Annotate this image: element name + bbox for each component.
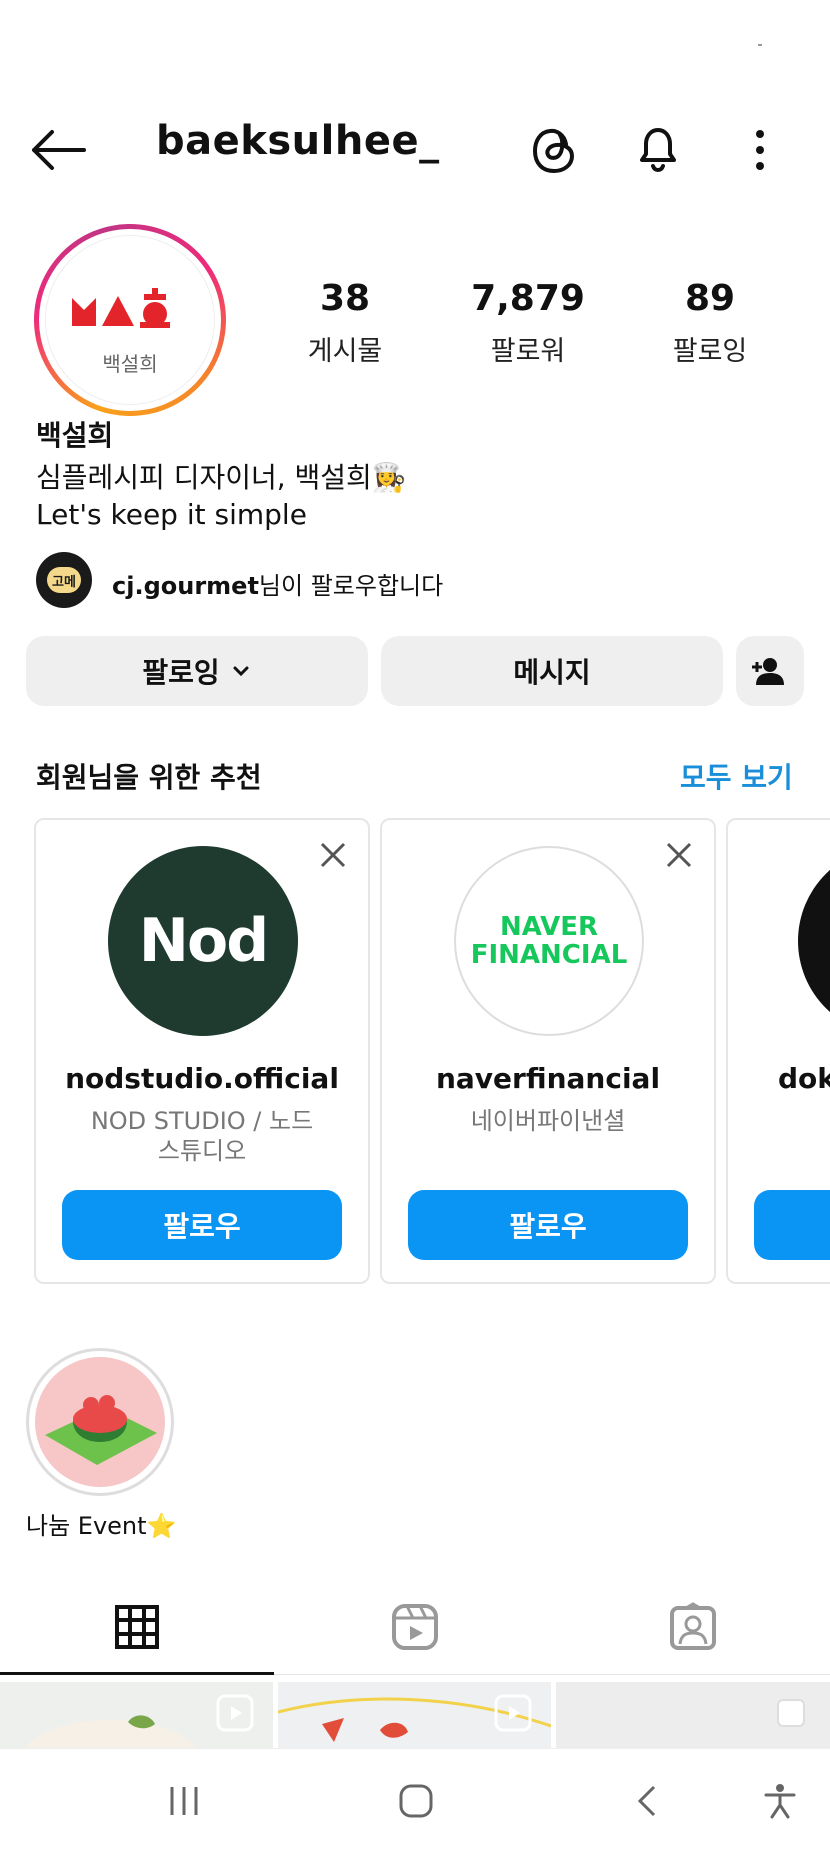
mutual-username: cj.gourmet	[112, 572, 259, 600]
close-icon	[666, 842, 692, 868]
see-all-link[interactable]: 모두 보기	[680, 756, 793, 796]
reels-icon	[392, 1604, 438, 1650]
posts-count: 38	[319, 278, 371, 319]
accessibility-button[interactable]	[750, 1776, 810, 1826]
home-button[interactable]	[386, 1776, 446, 1826]
bell-icon	[640, 128, 676, 173]
active-tab-indicator	[0, 1672, 274, 1675]
home-icon	[399, 1784, 433, 1818]
suggested-people-button[interactable]	[736, 636, 804, 706]
post-thumbnail[interactable]	[556, 1682, 830, 1748]
logo-text: Nod	[138, 906, 269, 976]
follow-button[interactable]: 팔로우	[408, 1190, 688, 1260]
close-icon	[320, 842, 346, 868]
suggestion-avatar[interactable]: NAVER FINANCIAL	[454, 846, 644, 1036]
suggestion-username[interactable]: naverfinancial	[382, 1062, 714, 1095]
following-button-label: 팔로잉	[142, 656, 220, 689]
tab-tagged[interactable]	[556, 1580, 830, 1674]
chevron-left-icon	[637, 1785, 656, 1817]
profile-username: baeksulhee_	[156, 118, 440, 164]
food-photo	[278, 1682, 551, 1748]
following-button[interactable]: 팔로잉	[26, 636, 368, 706]
dismiss-button[interactable]	[316, 838, 350, 872]
tab-posts-grid[interactable]	[0, 1580, 274, 1674]
post-thumbnail[interactable]	[278, 1682, 551, 1748]
followers-stat[interactable]: 7,879 팔로워	[448, 278, 608, 368]
profile-avatar[interactable]: 백설희	[34, 224, 226, 416]
avatar-caption: 백설희	[102, 352, 158, 376]
status-mark	[758, 44, 762, 46]
food-photo	[0, 1682, 273, 1748]
message-button[interactable]: 메시지	[381, 636, 723, 706]
story-highlight[interactable]	[26, 1348, 174, 1496]
posts-stat[interactable]: 38 게시물	[265, 278, 425, 368]
threads-button[interactable]	[530, 124, 580, 176]
logo-text: NAVER	[499, 912, 599, 942]
mutual-follower-avatar[interactable]: 고메	[36, 552, 92, 608]
chevron-down-icon	[233, 666, 249, 677]
recent-apps-icon	[170, 1787, 198, 1815]
following-count: 89	[684, 278, 736, 319]
display-name: 백설희	[36, 419, 114, 452]
dismiss-button[interactable]	[662, 838, 696, 872]
mutual-avatar-text: 고메	[47, 567, 81, 593]
bio-line: 심플레시피 디자이너, 백설희👩‍🍳	[36, 461, 407, 494]
suggestion-card[interactable]: Nod nodstudio.official NOD STUDIO / 노드 스…	[34, 818, 370, 1284]
suggestion-username[interactable]: doke	[778, 1062, 830, 1095]
tagged-person-icon	[670, 1602, 716, 1650]
logo-text: FINANCIAL	[470, 940, 628, 970]
grid-icon	[115, 1605, 159, 1649]
followers-count: 7,879	[471, 278, 585, 319]
tab-reels[interactable]	[278, 1580, 552, 1674]
food-photo	[556, 1682, 830, 1748]
watermelon-icon	[45, 1395, 157, 1465]
arrow-left-icon	[32, 130, 86, 170]
bio-line: Let's keep it simple	[36, 498, 307, 531]
notifications-button[interactable]	[630, 120, 686, 176]
following-label: 팔로잉	[672, 336, 748, 367]
highlight-label: 나눔 Event⭐	[26, 1512, 177, 1540]
accessibility-icon	[764, 1784, 796, 1819]
more-vertical-icon	[756, 130, 764, 170]
suggestion-card[interactable]: NAVER FINANCIAL naverfinancial 네이버파이낸셜 팔…	[380, 818, 716, 1284]
more-options-button[interactable]	[745, 122, 775, 178]
posts-label: 게시물	[307, 336, 383, 367]
suggestion-card[interactable]: doke	[726, 818, 830, 1284]
suggestion-avatar[interactable]: Nod	[108, 846, 298, 1036]
mutual-follower-text[interactable]: cj.gourmet님이 팔로우합니다	[112, 566, 443, 601]
suggestion-username[interactable]: nodstudio.official	[36, 1062, 368, 1095]
suggestion-subtitle: 네이버파이낸셜	[470, 1107, 626, 1135]
post-thumbnail[interactable]	[0, 1682, 273, 1748]
following-stat[interactable]: 89 팔로잉	[630, 278, 790, 368]
system-back-button[interactable]	[618, 1776, 678, 1826]
message-button-label: 메시지	[513, 656, 591, 689]
back-button[interactable]	[30, 128, 90, 172]
suggestion-avatar[interactable]	[798, 846, 830, 1036]
followers-label: 팔로워	[490, 336, 566, 367]
follow-button[interactable]	[754, 1190, 830, 1260]
suggestions-title: 회원님을 위한 추천	[36, 761, 262, 794]
suggestion-subtitle: NOD STUDIO / 노드 스튜디오	[90, 1107, 314, 1165]
recent-apps-button[interactable]	[154, 1776, 214, 1826]
mutual-suffix: 님이 팔로우합니다	[258, 572, 444, 600]
add-person-icon	[752, 658, 784, 685]
follow-button[interactable]: 팔로우	[62, 1190, 342, 1260]
threads-icon	[532, 128, 575, 174]
